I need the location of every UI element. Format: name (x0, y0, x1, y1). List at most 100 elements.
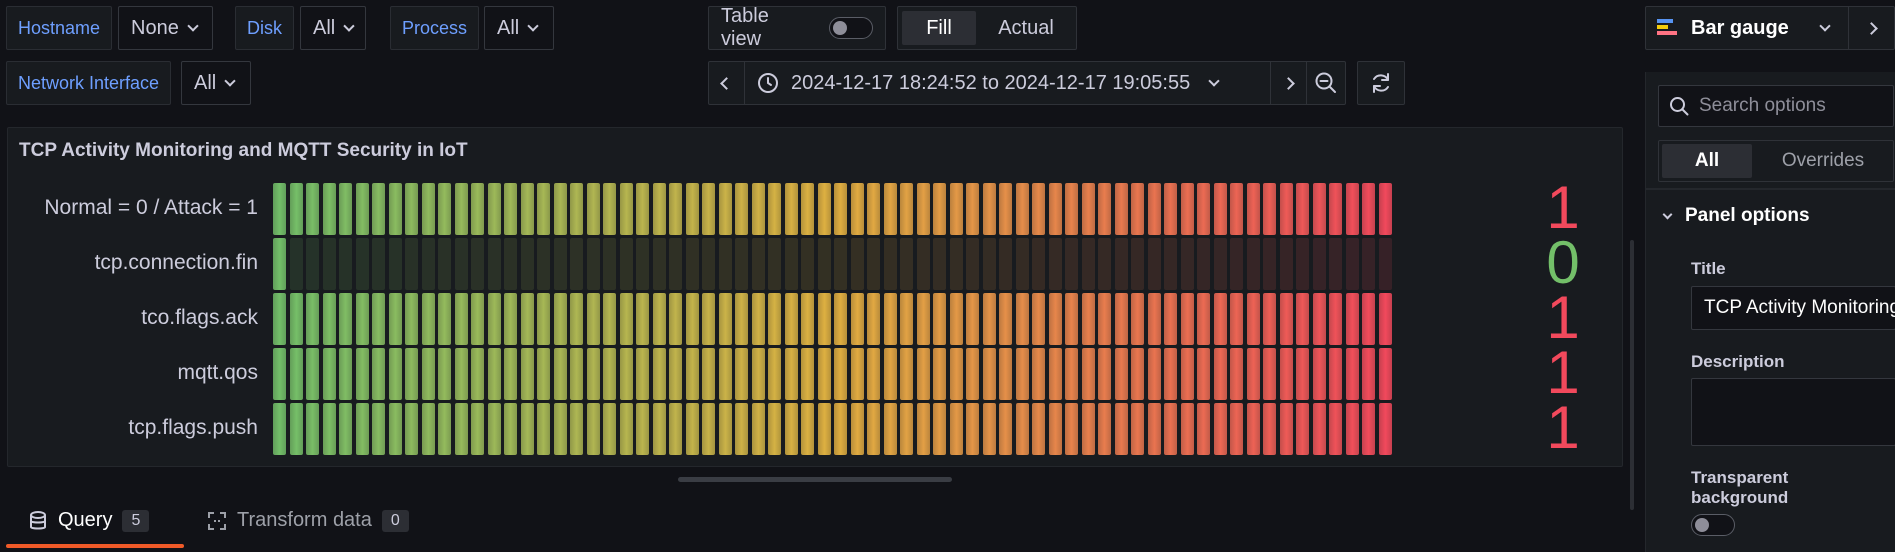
gauge-bar (273, 348, 1393, 400)
gauge-cell (487, 238, 501, 290)
gauge-cell (1213, 403, 1227, 455)
gauge-cell (1081, 293, 1095, 345)
gauge-cell (372, 403, 385, 455)
tab-all[interactable]: All (1662, 144, 1752, 178)
time-forward-button[interactable] (1271, 62, 1307, 104)
table-view-toggle[interactable] (829, 17, 873, 39)
gauge-cell (603, 183, 616, 235)
variable-select-disk[interactable]: All (300, 6, 366, 50)
gauge-cell (735, 403, 748, 455)
gauge-cell (669, 348, 682, 400)
gauge-cell (982, 348, 996, 400)
search-options-field[interactable]: Search options (1658, 85, 1894, 127)
gauge-cell (553, 403, 567, 455)
gauge-cell (1180, 183, 1194, 235)
time-range-button[interactable]: 2024-12-17 18:24:52 to 2024-12-17 19:05:… (745, 62, 1271, 104)
gauge-cell (289, 183, 303, 235)
panel-scrollbar[interactable] (1630, 240, 1634, 510)
gauge-cell (850, 238, 864, 290)
resize-handle[interactable] (678, 477, 952, 482)
chevron-down-icon (187, 20, 199, 32)
table-view-control[interactable]: Table view (708, 5, 886, 50)
tab-transform-data[interactable]: Transform data 0 (207, 509, 409, 532)
gauge-cell (405, 403, 418, 455)
variable-select-process[interactable]: All (484, 6, 554, 50)
gauge-cell (718, 403, 732, 455)
gauge-cell (652, 293, 666, 345)
panel-options-section-header[interactable] (1646, 188, 1895, 190)
gauge-cell (999, 403, 1012, 455)
gauge-cell (883, 403, 897, 455)
tab-all-label: All (1694, 150, 1720, 171)
variable-select-network-interface[interactable]: All (181, 61, 251, 105)
gauge-cell (1378, 348, 1392, 400)
gauge-cell (982, 403, 996, 455)
gauge-cell (1296, 183, 1309, 235)
gauge-cell (586, 293, 600, 345)
time-back-button[interactable] (709, 62, 745, 104)
gauge-row-value: 1 (1546, 394, 1580, 461)
gauge-cell (603, 348, 616, 400)
gauge-cell (603, 238, 616, 290)
actual-button[interactable]: Actual (980, 11, 1072, 45)
gauge-cell (1329, 293, 1342, 345)
transparent-background-toggle[interactable] (1691, 514, 1735, 536)
tab-overrides[interactable]: Overrides (1756, 144, 1890, 178)
gauge-cell (1296, 238, 1309, 290)
gauge-cell (768, 403, 781, 455)
gauge-cell (817, 238, 831, 290)
gauge-cell (1131, 293, 1144, 345)
gauge-cell (949, 293, 963, 345)
gauge-cell (1230, 348, 1243, 400)
gauge-cell (339, 403, 352, 455)
gauge-cell (652, 238, 666, 290)
gauge-cell (1164, 238, 1177, 290)
refresh-button[interactable] (1357, 61, 1405, 105)
gauge-cell (982, 293, 996, 345)
collapse-options-button[interactable] (1848, 7, 1894, 49)
panel-options-toggle[interactable]: Panel options (1662, 205, 1810, 227)
gauge-cell (1213, 348, 1227, 400)
gauge-cell (273, 403, 286, 455)
gauge-cell (652, 183, 666, 235)
gauge-cell (1197, 403, 1210, 455)
description-textarea[interactable] (1691, 378, 1895, 446)
visualization-picker[interactable]: Bar gauge (1645, 6, 1895, 50)
gauge-cell (471, 183, 484, 235)
gauge-cell (504, 238, 517, 290)
gauge-cell (1065, 293, 1078, 345)
gauge-cell (1246, 183, 1260, 235)
gauge-cell (685, 293, 699, 345)
title-input[interactable]: TCP Activity Monitoring and MQTT Securit… (1691, 286, 1895, 330)
gauge-cell (900, 348, 913, 400)
gauge-cell (949, 403, 963, 455)
gauge-cell (1378, 403, 1392, 455)
gauge-cell (322, 403, 336, 455)
tab-query[interactable]: Query 5 (28, 509, 150, 532)
gauge-cell (289, 403, 303, 455)
chevron-right-icon (1865, 21, 1878, 35)
gauge-cell (834, 403, 847, 455)
gauge-cell (834, 293, 847, 345)
gauge-cell (355, 183, 369, 235)
gauge-cell (817, 183, 831, 235)
gauge-cell (883, 183, 897, 235)
zoom-out-button[interactable] (1307, 62, 1345, 104)
gauge-cell (1180, 293, 1194, 345)
gauge-cell (999, 238, 1012, 290)
panel-preview[interactable]: TCP Activity Monitoring and MQTT Securit… (7, 127, 1623, 467)
gauge-cell (471, 403, 484, 455)
gauge-cell (1312, 238, 1326, 290)
gauge-cell (636, 348, 649, 400)
gauge-row-label: tcp.flags.push (128, 416, 258, 439)
gauge-cell (421, 348, 435, 400)
gauge-cell (421, 238, 435, 290)
transform-icon (208, 511, 226, 530)
gauge-cell (1048, 238, 1062, 290)
gauge-cell (1065, 403, 1078, 455)
gauge-cell (1263, 403, 1276, 455)
fill-button[interactable]: Fill (902, 11, 976, 45)
gauge-cell (685, 403, 699, 455)
gauge-cell (1345, 183, 1359, 235)
variable-select-hostname[interactable]: None (118, 6, 213, 50)
